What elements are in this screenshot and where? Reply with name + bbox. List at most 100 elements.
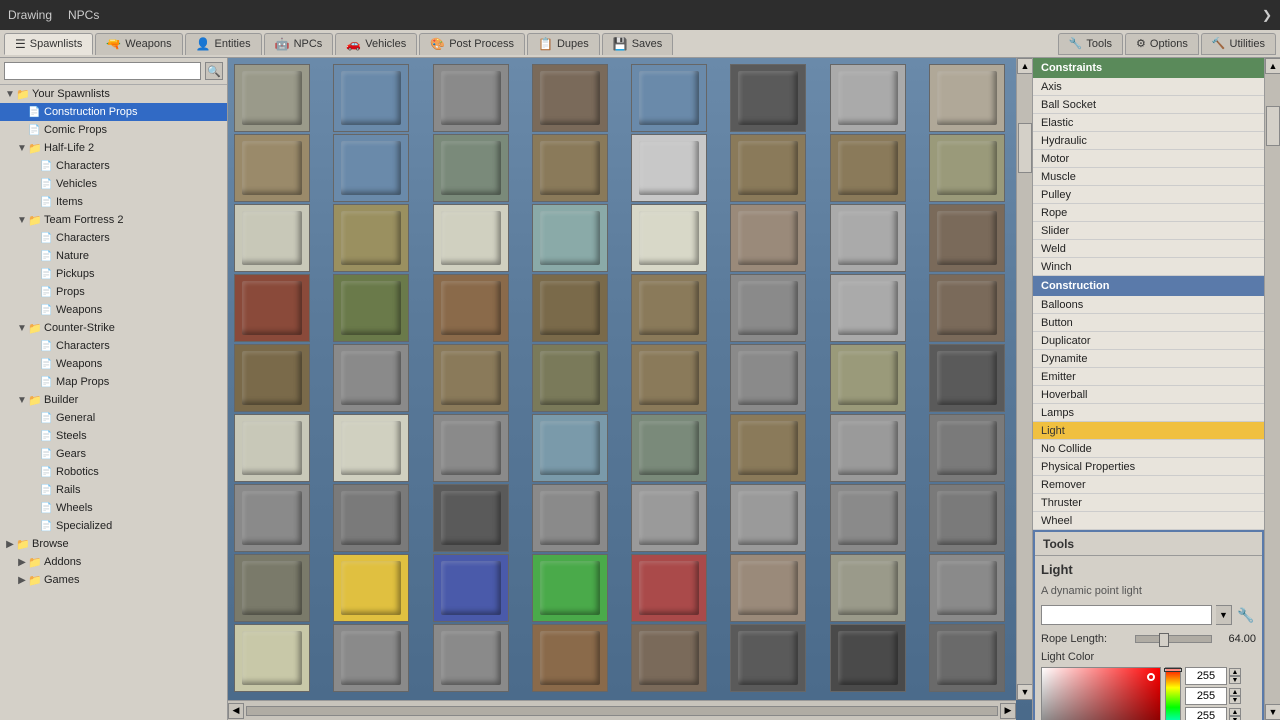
construction-duplicator[interactable]: Duplicator: [1033, 332, 1264, 350]
center-vscroll[interactable]: ▲ ▼: [1016, 58, 1032, 700]
construction-emitter[interactable]: Emitter: [1033, 368, 1264, 386]
grid-item-5-5[interactable]: [730, 414, 806, 482]
tab-dupes[interactable]: 📋 Dupes: [527, 33, 600, 55]
grid-item-6-3[interactable]: [532, 484, 608, 552]
hscroll-track[interactable]: [246, 706, 998, 716]
construction-balloons[interactable]: Balloons: [1033, 296, 1264, 314]
tree-item-construction-props[interactable]: 📄Construction Props: [0, 103, 227, 121]
tree-item-builder-gears[interactable]: 📄Gears: [0, 445, 227, 463]
right-vscroll[interactable]: ▲ ▼: [1264, 58, 1280, 720]
grid-item-8-7[interactable]: [929, 624, 1005, 692]
menu-npcs[interactable]: NPCs: [68, 8, 99, 22]
vscroll-up[interactable]: ▲: [1017, 58, 1032, 74]
grid-item-0-2[interactable]: [433, 64, 509, 132]
tree-item-cs-map-props[interactable]: 📄Map Props: [0, 373, 227, 391]
tree-item-addons[interactable]: ▶📁Addons: [0, 553, 227, 571]
hue-bar[interactable]: [1165, 667, 1181, 720]
wrench-button[interactable]: 🔧: [1236, 605, 1256, 625]
tree-item-builder-wheels[interactable]: 📄Wheels: [0, 499, 227, 517]
menu-drawing[interactable]: Drawing: [8, 8, 52, 22]
grid-item-2-4[interactable]: [631, 204, 707, 272]
construction-physical-properties[interactable]: Physical Properties: [1033, 458, 1264, 476]
grid-item-1-6[interactable]: [830, 134, 906, 202]
grid-item-5-7[interactable]: [929, 414, 1005, 482]
grid-item-6-2[interactable]: [433, 484, 509, 552]
dropdown-box[interactable]: [1041, 605, 1212, 625]
tree-item-builder-specialized[interactable]: 📄Specialized: [0, 517, 227, 535]
grid-item-0-6[interactable]: [830, 64, 906, 132]
grid-item-4-5[interactable]: [730, 344, 806, 412]
title-arrow[interactable]: ❯: [1262, 8, 1272, 22]
grid-item-7-2[interactable]: [433, 554, 509, 622]
construction-hoverball[interactable]: Hoverball: [1033, 386, 1264, 404]
grid-item-4-1[interactable]: [333, 344, 409, 412]
rgb-g-up[interactable]: ▲: [1229, 688, 1241, 696]
tree-item-cs-weapons[interactable]: 📄Weapons: [0, 355, 227, 373]
grid-item-4-0[interactable]: [234, 344, 310, 412]
tree-item-comic-props[interactable]: 📄Comic Props: [0, 121, 227, 139]
grid-item-1-0[interactable]: [234, 134, 310, 202]
grid-item-6-1[interactable]: [333, 484, 409, 552]
right-vscroll-thumb[interactable]: [1266, 106, 1280, 146]
construction-wheel[interactable]: Wheel: [1033, 512, 1264, 530]
tab-weapons[interactable]: 🔫 Weapons: [95, 33, 182, 55]
tree-item-hl2-items[interactable]: 📄Items: [0, 193, 227, 211]
tree-item-team-fortress-2[interactable]: ▼📁Team Fortress 2: [0, 211, 227, 229]
constraint-winch[interactable]: Winch: [1033, 258, 1264, 276]
tree-item-tf2-nature[interactable]: 📄Nature: [0, 247, 227, 265]
grid-item-6-6[interactable]: [830, 484, 906, 552]
tree-item-builder[interactable]: ▼📁Builder: [0, 391, 227, 409]
grid-item-3-7[interactable]: [929, 274, 1005, 342]
grid-item-2-0[interactable]: [234, 204, 310, 272]
grid-item-8-6[interactable]: [830, 624, 906, 692]
grid-item-8-4[interactable]: [631, 624, 707, 692]
grid-item-7-5[interactable]: [730, 554, 806, 622]
grid-item-0-4[interactable]: [631, 64, 707, 132]
tree-item-half-life-2[interactable]: ▼📁Half-Life 2: [0, 139, 227, 157]
grid-item-2-1[interactable]: [333, 204, 409, 272]
tab-options[interactable]: ⚙ Options: [1125, 33, 1199, 55]
tree-item-builder-robotics[interactable]: 📄Robotics: [0, 463, 227, 481]
grid-item-7-6[interactable]: [830, 554, 906, 622]
grid-item-4-3[interactable]: [532, 344, 608, 412]
grid-item-3-0[interactable]: [234, 274, 310, 342]
tab-postprocess[interactable]: 🎨 Post Process: [419, 33, 525, 55]
construction-remover[interactable]: Remover: [1033, 476, 1264, 494]
grid-item-6-4[interactable]: [631, 484, 707, 552]
grid-item-5-6[interactable]: [830, 414, 906, 482]
grid-item-8-1[interactable]: [333, 624, 409, 692]
hscroll-right[interactable]: ▶: [1000, 703, 1016, 719]
grid-item-1-7[interactable]: [929, 134, 1005, 202]
constraint-elastic[interactable]: Elastic: [1033, 114, 1264, 132]
rgb-r-down[interactable]: ▼: [1229, 676, 1241, 684]
construction-light[interactable]: Light: [1033, 422, 1264, 440]
tree-item-tf2-weapons[interactable]: 📄Weapons: [0, 301, 227, 319]
vscroll-thumb[interactable]: [1018, 123, 1032, 173]
grid-item-8-5[interactable]: [730, 624, 806, 692]
vscroll-down[interactable]: ▼: [1017, 684, 1032, 700]
grid-item-0-3[interactable]: [532, 64, 608, 132]
tab-npcs[interactable]: 🤖 NPCs: [264, 33, 334, 55]
rope-length-thumb[interactable]: [1159, 633, 1169, 647]
grid-item-0-1[interactable]: [333, 64, 409, 132]
tree-item-builder-steels[interactable]: 📄Steels: [0, 427, 227, 445]
constraint-motor[interactable]: Motor: [1033, 150, 1264, 168]
grid-item-8-0[interactable]: [234, 624, 310, 692]
hscroll-left[interactable]: ◀: [228, 703, 244, 719]
tab-tools[interactable]: 🔧 Tools: [1058, 33, 1123, 55]
rgb-b-down[interactable]: ▼: [1229, 716, 1241, 720]
tree-item-builder-rails[interactable]: 📄Rails: [0, 481, 227, 499]
rgb-g-down[interactable]: ▼: [1229, 696, 1241, 704]
grid-item-5-0[interactable]: [234, 414, 310, 482]
grid-item-1-1[interactable]: [333, 134, 409, 202]
tree-item-hl2-characters[interactable]: 📄Characters: [0, 157, 227, 175]
grid-item-0-5[interactable]: [730, 64, 806, 132]
grid-item-2-7[interactable]: [929, 204, 1005, 272]
grid-item-1-2[interactable]: [433, 134, 509, 202]
construction-lamps[interactable]: Lamps: [1033, 404, 1264, 422]
constraint-hydraulic[interactable]: Hydraulic: [1033, 132, 1264, 150]
rgb-g-input[interactable]: 255: [1185, 687, 1227, 705]
grid-item-2-2[interactable]: [433, 204, 509, 272]
constraint-axis[interactable]: Axis: [1033, 78, 1264, 96]
constraint-ball-socket[interactable]: Ball Socket: [1033, 96, 1264, 114]
